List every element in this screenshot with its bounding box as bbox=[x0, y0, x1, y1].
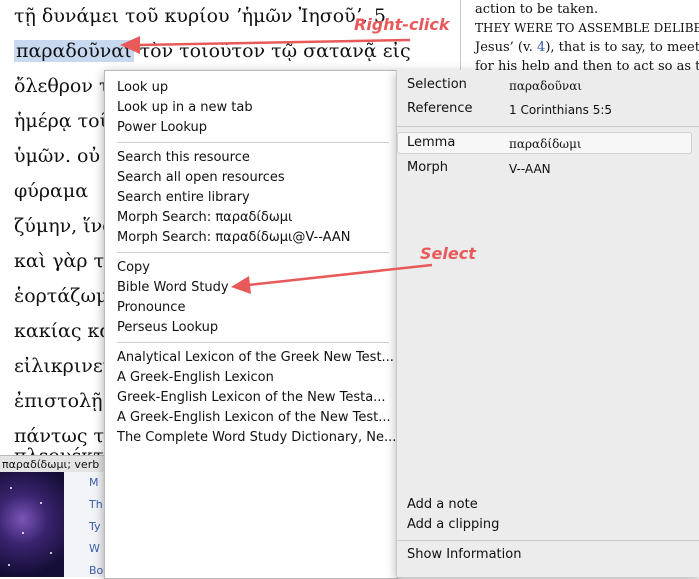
menu-bible-word-study[interactable]: Bible Word Study bbox=[117, 280, 229, 295]
annotation-right-click: Right-click bbox=[354, 15, 450, 34]
menu-morph-search-lemma[interactable]: Morph Search: παραδίδωμι bbox=[117, 210, 292, 225]
commentary-line-1: action to be taken. bbox=[475, 2, 599, 17]
menu-lexicon-analytical[interactable]: Analytical Lexicon of the Greek New Test… bbox=[117, 350, 394, 365]
add-note-button[interactable]: Add a note bbox=[407, 497, 478, 512]
star-dot bbox=[22, 532, 24, 534]
menu-search-all-open-resources[interactable]: Search all open resources bbox=[117, 170, 285, 185]
show-information-button[interactable]: Show Information bbox=[407, 547, 521, 562]
lemma-value: παραδίδωμι bbox=[509, 137, 582, 151]
menu-separator bbox=[117, 342, 389, 343]
galaxy-thumbnail[interactable] bbox=[0, 472, 64, 577]
reference-value: 1 Corinthians 5:5 bbox=[509, 103, 613, 117]
selected-word[interactable]: παραδοῦναι bbox=[14, 40, 134, 62]
greek-line-2-rest[interactable]: τὸν τοιοῦτον τῷ σατανᾷ εἰς bbox=[140, 40, 411, 62]
commentary-line-3-end: ), that is to say, to meet to bbox=[545, 40, 699, 55]
morph-value: V--AAN bbox=[509, 162, 551, 176]
morph-label: Morph bbox=[407, 160, 449, 175]
greek-line-5[interactable]: ὑμῶν. οὐ bbox=[14, 145, 100, 167]
morph-status-bar: παραδίδωμι; verb bbox=[0, 455, 112, 473]
menu-search-entire-library[interactable]: Search entire library bbox=[117, 190, 250, 205]
list-item[interactable]: Th bbox=[89, 498, 103, 511]
menu-separator bbox=[117, 252, 389, 253]
greek-line-9[interactable]: ἑορτάζωμ bbox=[14, 285, 108, 307]
list-item[interactable]: Ty bbox=[89, 520, 101, 533]
menu-look-up-new-tab[interactable]: Look up in a new tab bbox=[117, 100, 253, 115]
greek-line-12[interactable]: ἐπιστολῇ bbox=[14, 390, 102, 412]
greek-line-8[interactable]: καὶ γὰρ τὸ bbox=[14, 250, 116, 272]
greek-line-13[interactable]: πάντως το bbox=[14, 425, 116, 447]
menu-separator bbox=[117, 142, 389, 143]
greek-line-2[interactable]: παραδοῦναι τὸν τοιοῦτον τῷ σατανᾷ εἰς bbox=[14, 40, 411, 62]
info-separator bbox=[397, 540, 699, 541]
menu-search-this-resource[interactable]: Search this resource bbox=[117, 150, 250, 165]
menu-look-up[interactable]: Look up bbox=[117, 80, 168, 95]
greek-line-4[interactable]: ἡμέρᾳ τοῦ bbox=[14, 110, 111, 132]
greek-line-7[interactable]: ζύμην, ἵνα bbox=[14, 215, 115, 237]
menu-lexicon-greek-english[interactable]: A Greek-English Lexicon bbox=[117, 370, 274, 385]
menu-pronounce[interactable]: Pronounce bbox=[117, 300, 185, 315]
greek-line-10[interactable]: κακίας κα bbox=[14, 320, 112, 342]
star-dot bbox=[50, 552, 52, 554]
menu-copy[interactable]: Copy bbox=[117, 260, 150, 275]
selection-value: παραδοῦναι bbox=[509, 79, 582, 93]
annotation-select: Select bbox=[420, 244, 476, 263]
greek-line-1[interactable]: τῇ δυνάμει τοῦ κυρίου ʼἡμῶν Ἰησοῦʼ, 5 bbox=[14, 5, 386, 27]
info-separator bbox=[397, 126, 699, 127]
list-item[interactable]: Bo bbox=[89, 564, 103, 577]
star-dot bbox=[40, 502, 42, 504]
star-dot bbox=[8, 564, 10, 566]
menu-complete-word-study[interactable]: The Complete Word Study Dictionary, Ne..… bbox=[117, 430, 396, 445]
list-item[interactable]: W bbox=[89, 542, 100, 555]
menu-lexicon-greek-english-nt-2[interactable]: A Greek-English Lexicon of the New Test.… bbox=[117, 410, 391, 425]
greek-line-11[interactable]: εἰλικρινεί bbox=[14, 355, 110, 377]
greek-line-6[interactable]: φύραμα bbox=[14, 180, 88, 202]
lemma-label: Lemma bbox=[407, 135, 456, 150]
commentary-line-3-start: Jesus’ (v. bbox=[475, 40, 533, 55]
context-menu[interactable]: Look up Look up in a new tab Power Looku… bbox=[104, 70, 398, 579]
selection-label: Selection bbox=[407, 77, 467, 92]
menu-perseus-lookup[interactable]: Perseus Lookup bbox=[117, 320, 218, 335]
bottom-resource-list[interactable]: M Th Ty W Bo bbox=[64, 472, 104, 577]
menu-morph-search-lemma-morph[interactable]: Morph Search: παραδίδωμι@V--AAN bbox=[117, 230, 351, 245]
commentary-line-2: THEY WERE TO ASSEMBLE DELIBERA bbox=[475, 21, 699, 35]
greek-line-3[interactable]: ὄλεθρον τ bbox=[14, 75, 109, 97]
commentary-line-3: Jesus’ (v. 4), that is to say, to meet t… bbox=[475, 40, 699, 55]
selection-info-panel: Selection παραδοῦναι Reference 1 Corinth… bbox=[396, 70, 699, 577]
list-item[interactable]: M bbox=[89, 476, 99, 489]
add-clipping-button[interactable]: Add a clipping bbox=[407, 517, 499, 532]
star-dot bbox=[10, 487, 12, 489]
menu-lexicon-greek-english-nt[interactable]: Greek-English Lexicon of the New Testa..… bbox=[117, 390, 386, 405]
greek-line-14[interactable]: πλεονέκτ bbox=[14, 445, 104, 455]
menu-power-lookup[interactable]: Power Lookup bbox=[117, 120, 207, 135]
reference-label: Reference bbox=[407, 101, 473, 116]
